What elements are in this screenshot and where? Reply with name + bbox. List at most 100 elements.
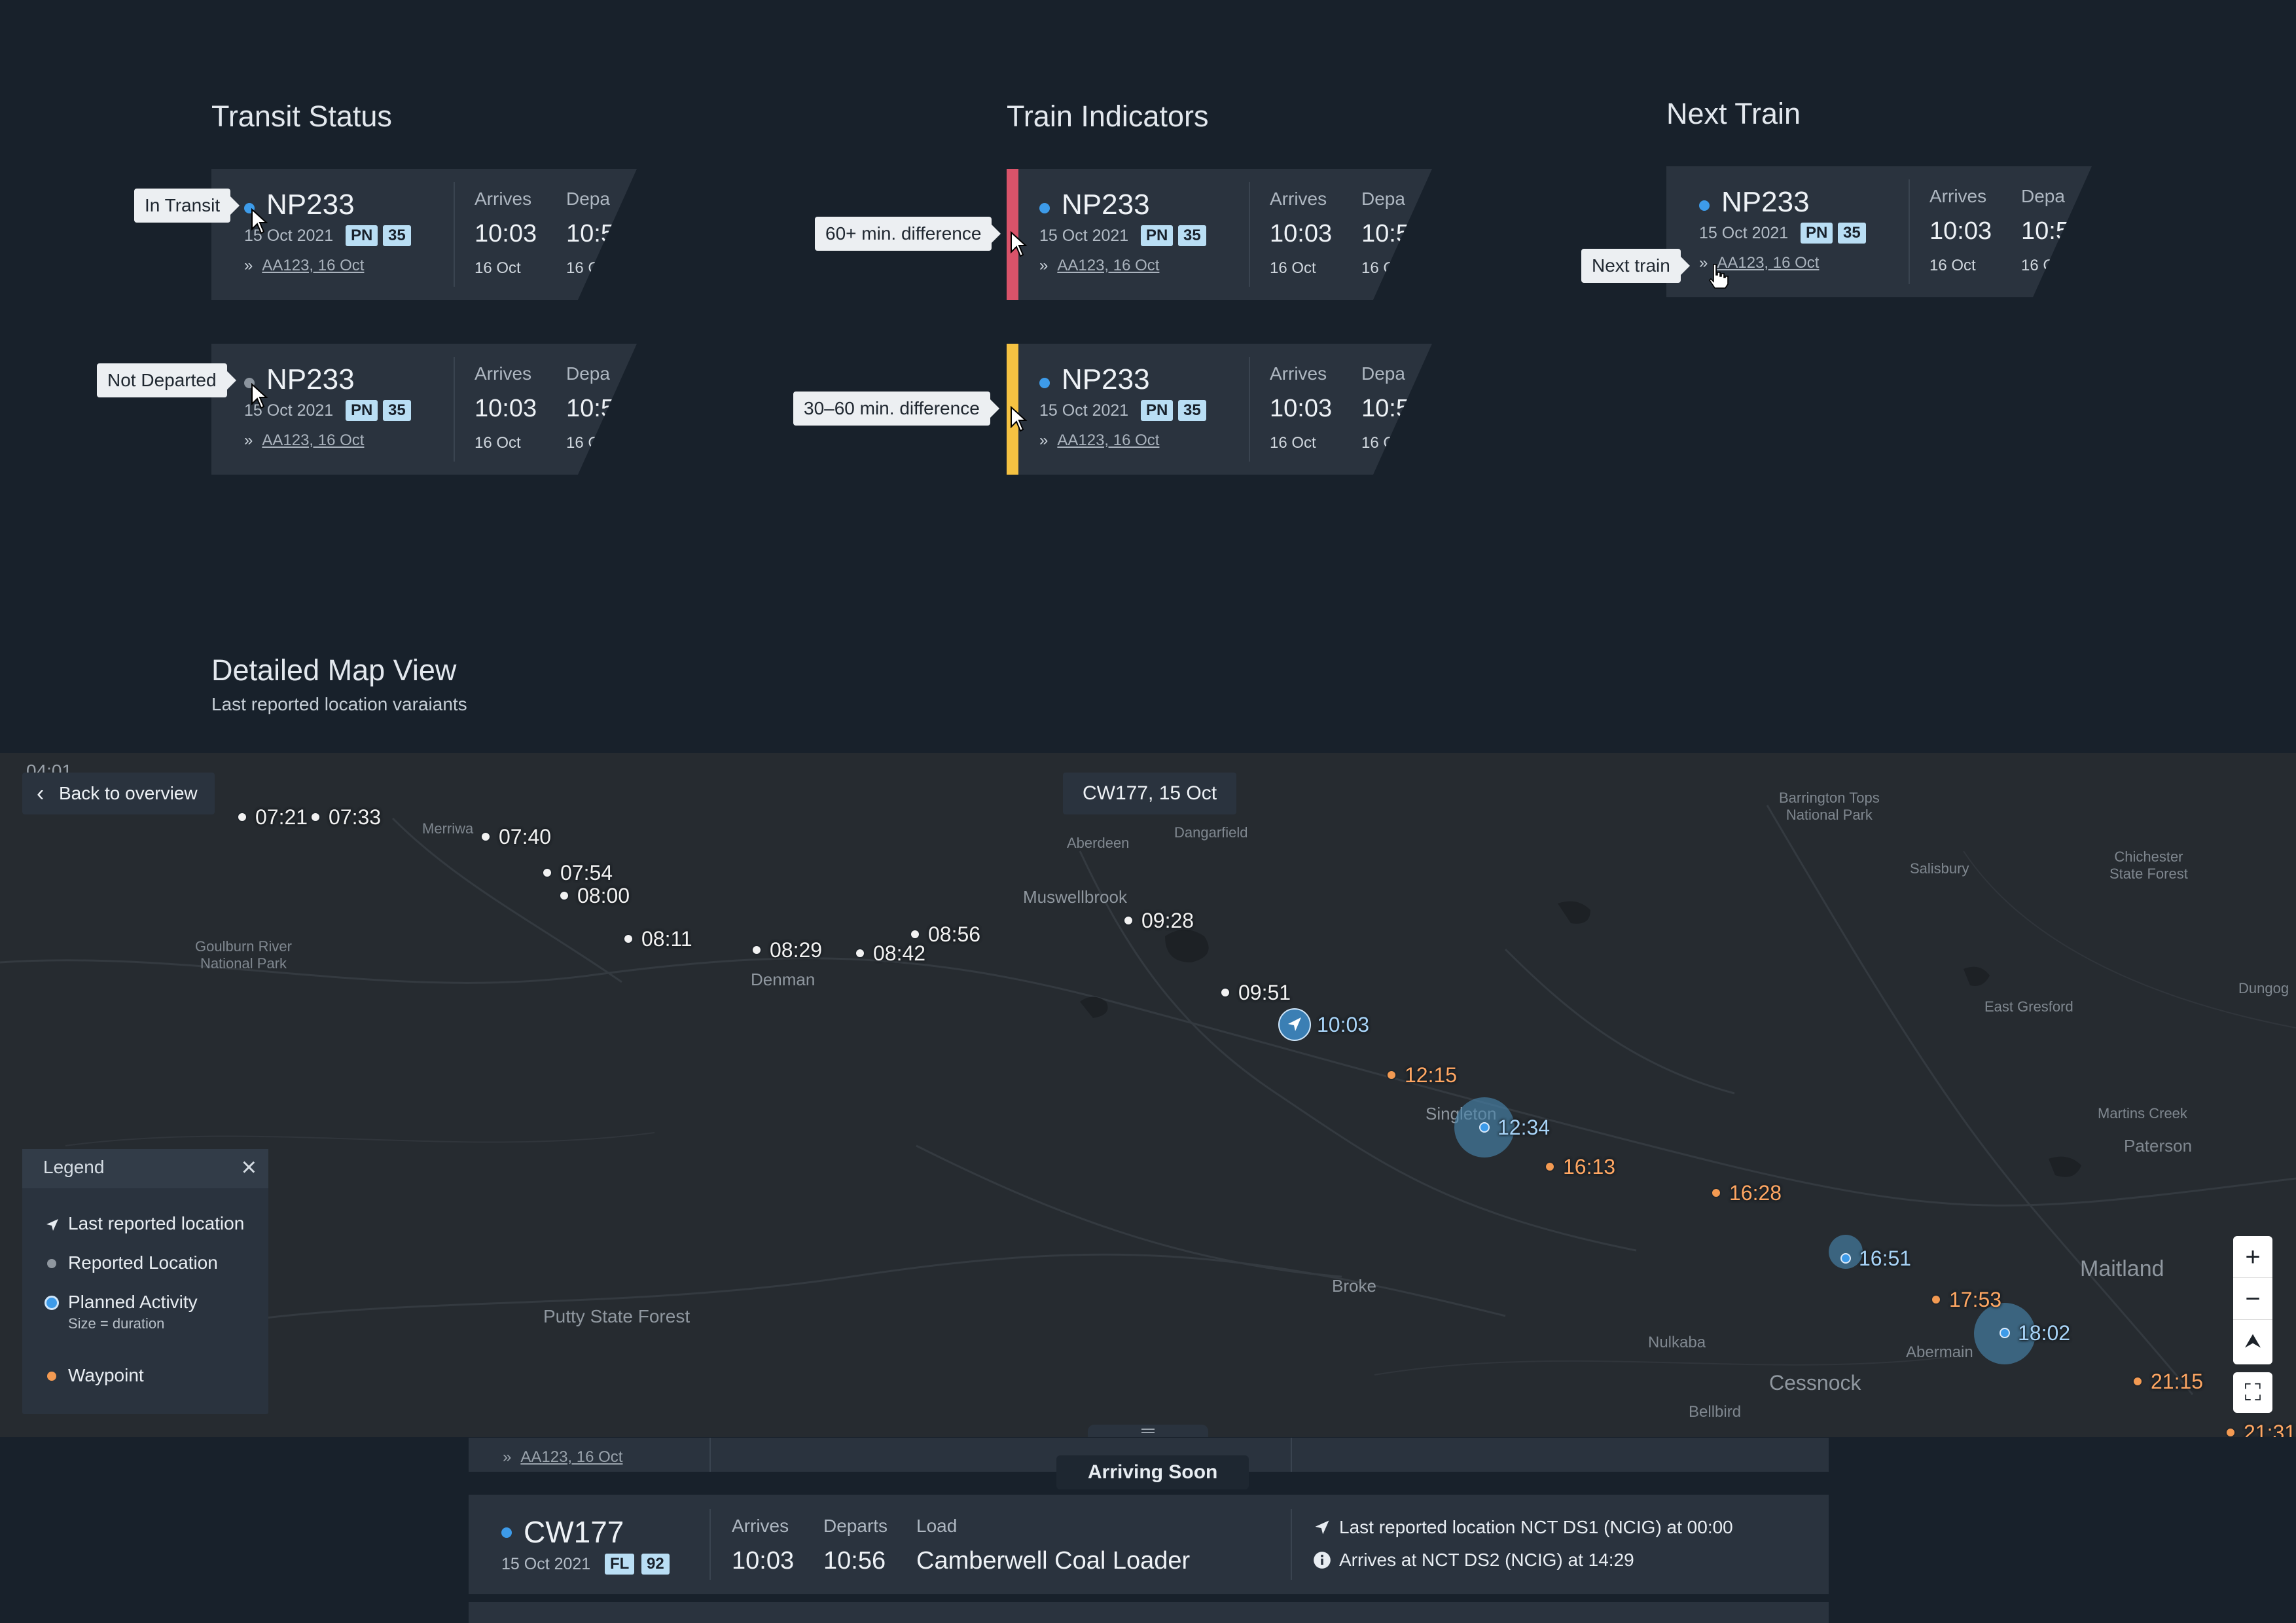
place-cessnock: Cessnock <box>1769 1371 1861 1395</box>
tooltip-in-transit: In Transit <box>134 189 240 223</box>
divider <box>1909 179 1910 284</box>
train-code: NP233 <box>1062 363 1150 395</box>
arrives-date: 16 Oct <box>1270 259 1316 277</box>
legend-title: Legend <box>43 1157 105 1177</box>
departs-date: 16 C <box>1361 259 1395 277</box>
train-code: CW177 <box>524 1515 624 1549</box>
departs-time: 10:5 <box>2021 217 2070 245</box>
pointer-cursor-icon <box>251 208 268 234</box>
divider <box>1291 1509 1292 1580</box>
arriving-train-card[interactable]: CW177 15 Oct 2021 FL 92 Arrives 10:03 De… <box>469 1495 1829 1594</box>
pointer-cursor-icon <box>251 383 268 409</box>
place-salisbury: Salisbury <box>1910 860 1969 877</box>
departs-time: 10:5 <box>1361 395 1410 422</box>
arrives-date: 16 Oct <box>475 434 521 452</box>
departs-date: 16 C <box>566 434 600 452</box>
type-badge: FL <box>605 1554 635 1575</box>
next-train-link[interactable]: » AA123, 16 Oct <box>244 431 364 450</box>
peek-next-train-link[interactable]: » AA123, 16 Oct <box>503 1448 622 1467</box>
section-title-transit-status: Transit Status <box>211 100 392 133</box>
next-train-link[interactable]: » AA123, 16 Oct <box>1039 431 1159 450</box>
tooltip-60-min-difference: 60+ min. difference <box>815 217 1001 251</box>
departs-time: 10:5 <box>566 395 615 422</box>
count-badge: 35 <box>1178 225 1206 246</box>
place-maitland: Maitland <box>2080 1256 2164 1281</box>
arrives-time: 10:03 <box>475 220 537 247</box>
info-icon <box>1314 1552 1331 1569</box>
map-terrain <box>0 805 2296 1395</box>
arrives-time: 10:03 <box>475 395 537 422</box>
close-icon[interactable]: × <box>242 1153 257 1182</box>
arrival-info: Arrives at NCT DS2 (NCIG) at 14:29 <box>1339 1550 1634 1570</box>
train-code: NP233 <box>266 189 355 221</box>
type-badge: PN <box>1801 223 1833 244</box>
train-date: 15 Oct 2021 <box>1039 227 1129 245</box>
departs-label: Departs <box>823 1516 888 1536</box>
departs-date: 16 C <box>2021 257 2054 274</box>
planned-duration-halo <box>1829 1235 1863 1269</box>
pointer-cursor-icon <box>1011 231 1028 257</box>
next-card-peek[interactable] <box>469 1602 1829 1623</box>
departs-date: 16 C <box>566 259 600 277</box>
divider <box>1249 357 1250 462</box>
next-train-label: AA123, 16 Oct <box>262 257 365 274</box>
departs-label: Depa <box>566 363 610 384</box>
place-paterson: Paterson <box>2124 1136 2193 1156</box>
arrives-label: Arrives <box>732 1516 789 1536</box>
section-title-next-train: Next Train <box>1666 97 1801 130</box>
train-code: NP233 <box>1062 189 1150 221</box>
navigation-arrow-icon <box>46 1219 58 1231</box>
train-popup[interactable]: CW177, 15 Oct <box>1063 773 1237 814</box>
tooltip-not-departed: Not Departed <box>97 363 236 397</box>
navigation-arrow-icon <box>1278 1008 1311 1041</box>
next-train-link[interactable]: » AA123, 16 Oct <box>1039 257 1159 275</box>
divider <box>454 182 455 287</box>
arrives-date: 16 Oct <box>475 259 521 277</box>
count-badge: 35 <box>383 225 411 246</box>
arriving-soon-label: Arriving Soon <box>1056 1455 1249 1489</box>
place-abermain: Abermain <box>1906 1343 1973 1361</box>
divider <box>1291 1438 1292 1472</box>
place-putty-state-forest: Putty State Forest <box>543 1306 691 1326</box>
compass-button[interactable]: ⮝ <box>2233 1320 2272 1363</box>
drawer-handle[interactable] <box>1088 1425 1208 1437</box>
fullscreen-button[interactable]: ⛶ <box>2233 1372 2272 1413</box>
place-bellbird: Bellbird <box>1689 1403 1742 1421</box>
train-card-next-train[interactable]: NP233 15 Oct 2021 PN 35 » AA123, 16 Oct A… <box>1666 166 2092 297</box>
zoom-in-button[interactable]: + <box>2233 1236 2272 1278</box>
arrives-label: Arrives <box>1929 186 1987 206</box>
divider <box>709 1509 711 1580</box>
tooltip-next-train: Next train <box>1581 249 1690 283</box>
place-dungog: Dungog <box>2238 980 2289 996</box>
train-card-60-diff[interactable]: NP233 15 Oct 2021 PN 35 » AA123, 16 Oct A… <box>1007 169 1432 300</box>
departs-label: Depa <box>566 189 610 209</box>
legend-item-last-reported: Last reported location <box>45 1213 244 1234</box>
zoom-out-button[interactable]: − <box>2233 1278 2272 1320</box>
train-card-in-transit[interactable]: NP233 15 Oct 2021 PN 35 » AA123, 16 Oct A… <box>211 169 637 300</box>
train-date: 15 Oct 2021 <box>1039 401 1129 420</box>
place-muswellbrook: Muswellbrook <box>1023 887 1127 907</box>
back-to-overview-button[interactable]: ‹ Back to overview <box>22 773 215 814</box>
double-chevron-icon: » <box>503 1448 512 1466</box>
section-title-map-view: Detailed Map View <box>211 653 457 687</box>
arrives-time: 10:03 <box>1270 220 1333 247</box>
train-card-30-60-diff[interactable]: NP233 15 Oct 2021 PN 35 » AA123, 16 Oct A… <box>1007 344 1432 475</box>
next-train-link[interactable]: » AA123, 16 Oct <box>244 257 364 275</box>
map-view[interactable]: Goulburn River National Park Merriwa Abe… <box>0 753 2296 1437</box>
place-goulburn-river: Goulburn River National Park <box>195 938 292 972</box>
arrives-time: 10:03 <box>732 1547 795 1575</box>
place-east-gresford: East Gresford <box>1984 998 2073 1015</box>
place-barrington-tops: Barrington Tops National Park <box>1779 790 1880 824</box>
place-broke: Broke <box>1332 1276 1376 1296</box>
departs-time: 10:56 <box>823 1547 886 1575</box>
double-chevron-icon: » <box>244 257 253 274</box>
section-subtitle-map-view: Last reported location varaiants <box>211 694 467 714</box>
type-badge: PN <box>1141 400 1174 421</box>
count-badge: 35 <box>383 400 411 421</box>
legend-item-planned: Planned Activity Size = duration <box>45 1292 198 1332</box>
departs-time: 10:5 <box>566 220 615 247</box>
double-chevron-icon: » <box>244 431 253 449</box>
train-card-not-departed[interactable]: NP233 15 Oct 2021 PN 35 » AA123, 16 Oct A… <box>211 344 637 475</box>
type-badge: PN <box>346 225 378 246</box>
count-badge: 35 <box>1838 223 1866 244</box>
